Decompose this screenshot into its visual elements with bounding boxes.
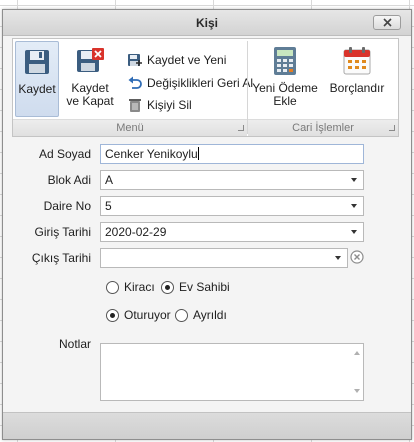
cikis-tarihi-datepicker[interactable]	[100, 248, 348, 268]
undo-icon	[128, 76, 142, 89]
giris-tarihi-datepicker[interactable]: 2020-02-29	[100, 222, 364, 242]
kisiyi-sil-label: Kişiyi Sil	[147, 98, 192, 112]
kiraci-label: Kiracı	[124, 280, 155, 294]
chevron-down-icon[interactable]	[335, 256, 341, 260]
scroll-up-icon[interactable]	[354, 351, 360, 355]
close-icon	[382, 18, 392, 27]
notlar-textarea[interactable]	[100, 343, 364, 401]
group-launcher-icon[interactable]	[389, 125, 395, 131]
chevron-down-icon[interactable]	[351, 178, 357, 182]
ayrildi-radio[interactable]: Ayrıldı	[175, 308, 227, 322]
ev-sahibi-label: Ev Sahibi	[179, 280, 230, 294]
oturuyor-label: Oturuyor	[124, 308, 171, 322]
daire-no-value: 5	[105, 199, 112, 213]
chevron-down-icon[interactable]	[351, 204, 357, 208]
notes-scrollbar[interactable]	[352, 345, 362, 399]
ad-soyad-label: Ad Soyad	[38, 147, 91, 161]
yeni-odeme-ekle-button[interactable]: Yeni Ödeme Ekle	[251, 41, 319, 117]
calendar-icon	[343, 47, 371, 75]
radio-selected-icon	[161, 280, 174, 294]
kiraci-radio[interactable]: Kiracı	[106, 280, 155, 294]
window-title: Kişi	[195, 16, 218, 30]
radio-circle-icon	[175, 308, 188, 322]
blok-adi-label: Blok Adi	[47, 173, 91, 187]
yeni-odeme-label-2: Ekle	[273, 94, 297, 108]
cari-islemler-group-label: Cari İşlemler	[292, 122, 354, 134]
cikis-tarihi-label: Çıkış Tarihi	[31, 251, 91, 265]
kaydet-ve-yeni-label: Kaydet ve Yeni	[147, 53, 227, 67]
radio-circle-icon	[106, 280, 119, 294]
clear-date-icon[interactable]	[350, 250, 364, 264]
giris-tarihi-label: Giriş Tarihi	[34, 225, 91, 239]
daire-no-dropdown[interactable]: 5	[100, 196, 364, 216]
oturuyor-radio[interactable]: Oturuyor	[106, 308, 171, 322]
close-button[interactable]	[373, 15, 401, 30]
text-caret	[197, 147, 199, 160]
cari-islemler-group-footer: Cari İşlemler	[248, 119, 398, 136]
calculator-icon	[274, 47, 296, 75]
dialog-footer	[3, 412, 411, 439]
ad-soyad-value: Cenker Yenikoylu	[105, 147, 198, 161]
scroll-down-icon[interactable]	[354, 389, 360, 393]
group-launcher-icon[interactable]	[238, 125, 244, 131]
ayrildi-label: Ayrıldı	[193, 308, 227, 322]
save-and-new-icon	[128, 54, 142, 66]
kisi-dialog: Kişi Kaydet Kaydet ve Kapat Kaydet ve Ye…	[2, 9, 412, 440]
kaydet-ve-yeni-button[interactable]: Kaydet ve Yeni	[127, 50, 226, 70]
radio-selected-icon	[106, 308, 119, 322]
daire-no-label: Daire No	[43, 199, 91, 213]
ev-sahibi-radio[interactable]: Ev Sahibi	[161, 280, 230, 294]
degisiklikleri-geri-al-button[interactable]: Değişiklikleri Geri Al	[127, 73, 253, 93]
trash-icon	[129, 99, 141, 112]
ribbon: Kaydet Kaydet ve Kapat Kaydet ve Yeni De…	[12, 38, 399, 137]
blok-adi-value: A	[105, 173, 114, 187]
kaydet-button[interactable]: Kaydet	[15, 41, 59, 117]
borclandir-button[interactable]: Borçlandır	[323, 41, 391, 117]
notlar-label: Notlar	[58, 337, 91, 351]
kaydet-ve-kapat-button[interactable]: Kaydet ve Kapat	[65, 41, 115, 117]
kisiyi-sil-button[interactable]: Kişiyi Sil	[127, 95, 192, 115]
geri-al-label: Değişiklikleri Geri Al	[147, 76, 254, 90]
blok-adi-dropdown[interactable]: A	[100, 170, 364, 190]
giris-tarihi-value: 2020-02-29	[105, 225, 167, 239]
title-bar: Kişi	[3, 10, 411, 36]
ad-soyad-input[interactable]: Cenker Yenikoylu	[100, 144, 364, 164]
kaydet-ve-kapat-label-2: ve Kapat	[66, 94, 114, 108]
menu-group-footer: Menü	[13, 119, 247, 136]
floppy-disk-icon	[25, 50, 49, 74]
chevron-down-icon[interactable]	[351, 230, 357, 234]
borclandir-label: Borçlandır	[329, 81, 385, 95]
kaydet-label: Kaydet	[18, 82, 56, 96]
menu-group-label: Menü	[116, 122, 144, 134]
floppy-disk-close-icon	[77, 48, 104, 72]
